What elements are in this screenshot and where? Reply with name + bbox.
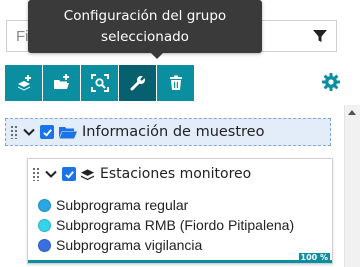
layer-card: Estaciones monitoreo Subprograma regular… — [27, 158, 333, 264]
tooltip-arrow — [151, 53, 163, 59]
layers-icon — [80, 168, 95, 180]
layer-panel: Configuración del grupo seleccionado — [0, 0, 360, 267]
group-settings-button[interactable] — [119, 65, 156, 101]
layer-checkbox[interactable] — [62, 167, 76, 181]
progress-label: 100 % — [298, 253, 330, 263]
group-checkbox[interactable] — [40, 125, 54, 139]
legend-item: Subprograma RMB (Fiordo Pitipalena) — [38, 215, 294, 235]
add-folder-icon — [53, 74, 69, 89]
trash-icon — [169, 75, 182, 90]
tooltip: Configuración del grupo seleccionado — [28, 0, 262, 59]
layer-label: Estaciones monitoreo — [100, 166, 252, 182]
layer-group-row[interactable]: Información de muestreo — [5, 118, 331, 146]
zoom-to-extent-button[interactable] — [81, 65, 118, 101]
layer-header[interactable]: Estaciones monitoreo — [28, 163, 251, 185]
tooltip-line-1: Configuración del grupo — [63, 8, 227, 24]
legend-symbol-icon — [38, 218, 51, 232]
legend-symbol-icon — [38, 238, 51, 252]
loading-progress-bar — [28, 260, 332, 263]
wrench-icon — [130, 75, 146, 91]
funnel-icon[interactable] — [312, 28, 328, 44]
legend-label: Subprograma regular — [56, 197, 189, 213]
drag-handle-icon[interactable] — [10, 125, 18, 139]
legend-list: Subprograma regular Subprograma RMB (Fio… — [38, 195, 294, 255]
delete-button[interactable] — [157, 65, 194, 101]
legend-label: Subprograma vigilancia — [56, 237, 203, 253]
folder-open-icon — [59, 127, 77, 139]
legend-item: Subprograma regular — [38, 195, 294, 215]
checkmark-icon — [42, 128, 52, 137]
legend-label: Subprograma RMB (Fiordo Pitipalena) — [56, 217, 295, 233]
tooltip-line-2: seleccionado — [101, 29, 189, 45]
legend-symbol-icon — [38, 198, 51, 212]
checkmark-icon — [64, 170, 74, 179]
drag-handle-icon[interactable] — [32, 167, 40, 181]
scroll-up-arrow[interactable] — [348, 110, 356, 115]
scrollbar[interactable] — [344, 105, 360, 267]
add-layer-button[interactable] — [5, 65, 42, 101]
gear-icon[interactable] — [321, 72, 341, 92]
zoom-to-extent-icon — [90, 74, 109, 92]
group-label: Información de muestreo — [82, 124, 265, 140]
legend-item: Subprograma vigilancia — [38, 235, 294, 255]
chevron-down-icon[interactable] — [22, 125, 36, 139]
add-folder-button[interactable] — [43, 65, 80, 101]
layer-toolbar — [5, 65, 195, 101]
chevron-down-icon[interactable] — [44, 167, 58, 181]
add-layer-icon — [17, 75, 31, 91]
